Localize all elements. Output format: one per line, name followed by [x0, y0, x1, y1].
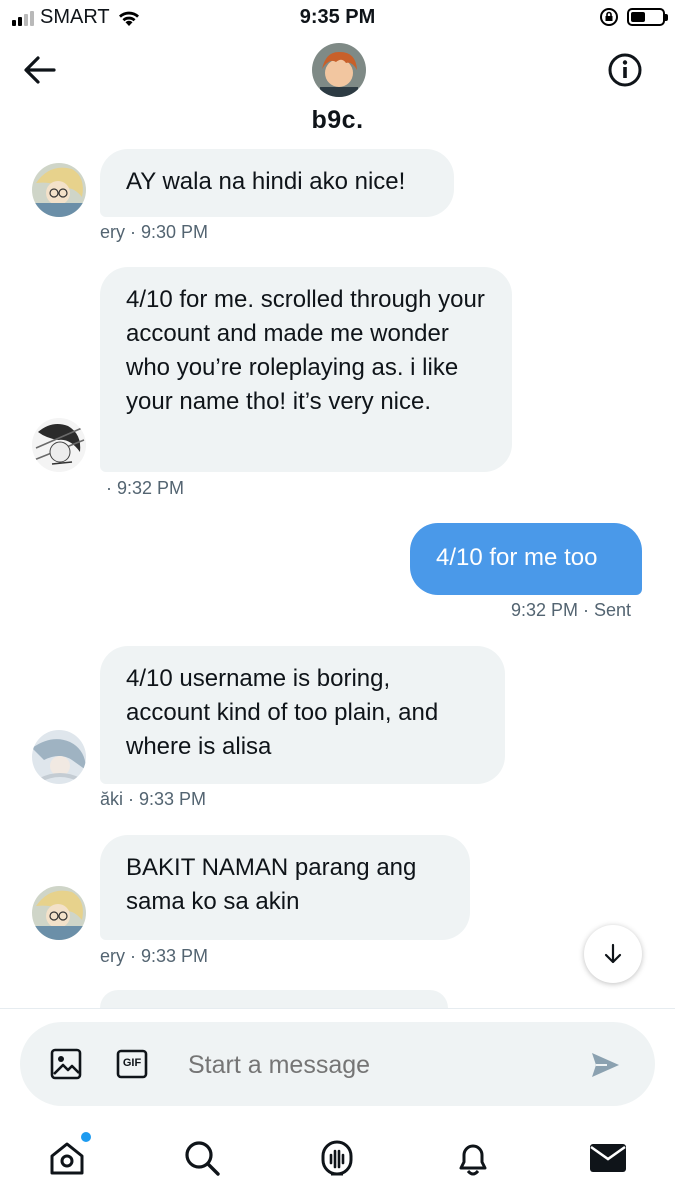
message-bubble[interactable]: 4/10 username is boring, account kind of… — [100, 646, 505, 784]
battery-icon — [627, 8, 668, 26]
message-input[interactable] — [188, 1048, 568, 1082]
notification-dot — [81, 1132, 91, 1142]
mail-icon — [590, 1144, 626, 1172]
status-bar: SMART 9:35 PM — [0, 0, 675, 36]
nav-home[interactable] — [47, 1132, 91, 1178]
add-gif-button[interactable]: GIF — [116, 1048, 148, 1080]
sender-avatar[interactable] — [32, 163, 86, 217]
info-icon — [608, 53, 642, 87]
composer-divider — [0, 1008, 675, 1009]
message-meta: ery · 9:33 PM — [100, 946, 209, 966]
status-time: 9:35 PM — [299, 6, 376, 28]
conversation-header: b9c. — [0, 36, 675, 150]
info-button[interactable] — [607, 52, 643, 88]
nav-search[interactable] — [182, 1138, 222, 1178]
search-icon — [185, 1141, 220, 1176]
message-meta: · 9:32 PM — [106, 478, 185, 498]
sender-avatar[interactable] — [32, 418, 86, 472]
nav-notifications[interactable] — [453, 1138, 493, 1178]
sender-avatar[interactable] — [32, 886, 86, 940]
message-bubble[interactable]: BAKIT NAMAN parang ang sama ko sa akin — [100, 835, 470, 940]
message-bubble[interactable]: 4/10 for me. scrolled through your accou… — [100, 267, 512, 472]
gif-label: GIF — [122, 1057, 142, 1069]
spaces-icon — [321, 1140, 353, 1176]
nav-messages[interactable] — [588, 1138, 628, 1178]
arrow-down-icon — [604, 943, 622, 964]
status-right — [599, 7, 668, 27]
scroll-to-bottom-button[interactable] — [584, 925, 642, 983]
message-meta-sent: 9:32 PM · Sent — [511, 600, 632, 620]
message-meta: ery · 9:30 PM — [100, 222, 209, 242]
image-icon — [50, 1048, 82, 1080]
contact-avatar[interactable] — [312, 43, 366, 97]
message-composer: GIF — [20, 1022, 655, 1106]
message-bubble-sent[interactable]: 4/10 for me too — [410, 523, 642, 595]
back-button[interactable] — [22, 54, 58, 86]
add-image-button[interactable] — [50, 1048, 82, 1080]
message-meta: ăki · 9:33 PM — [100, 789, 207, 809]
send-button[interactable] — [589, 1049, 621, 1081]
send-icon — [592, 1053, 619, 1077]
conversation-title[interactable]: b9c. — [0, 106, 675, 135]
message-bubble[interactable]: AY wala na hindi ako nice! — [100, 149, 454, 217]
bell-icon — [459, 1144, 487, 1176]
message-bubble-partial[interactable] — [100, 990, 448, 1008]
home-icon — [50, 1142, 84, 1175]
sender-avatar[interactable] — [32, 730, 86, 784]
bottom-navigation — [0, 1130, 675, 1190]
arrow-left-icon — [24, 56, 56, 84]
rotation-lock-icon — [600, 8, 618, 26]
nav-spaces[interactable] — [317, 1138, 357, 1178]
